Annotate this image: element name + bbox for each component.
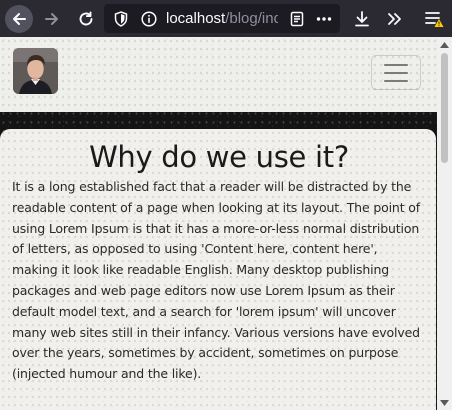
page-scrollbar[interactable]: [437, 37, 452, 410]
hamburger-icon: [384, 63, 408, 66]
download-icon: [355, 11, 369, 27]
reload-button[interactable]: [72, 5, 100, 33]
forward-button[interactable]: [38, 5, 66, 33]
overflow-button[interactable]: [380, 5, 408, 33]
url-path: /blog/inde: [225, 10, 278, 27]
article-title: Why do we use it?: [89, 140, 349, 174]
url-text[interactable]: localhost/blog/inde: [166, 10, 278, 27]
url-host: localhost: [166, 10, 226, 27]
user-photo-avatar: [13, 48, 58, 94]
site-navbar: [0, 37, 437, 112]
address-bar[interactable]: localhost/blog/inde: [104, 4, 340, 33]
hamburger-icon-line: [384, 71, 408, 74]
page-viewport: Why do we use it? It is a long establish…: [0, 37, 437, 410]
article-body: It is a long established fact that a rea…: [12, 179, 421, 382]
hamburger-icon-line: [384, 79, 408, 82]
more-icon[interactable]: [315, 10, 333, 28]
article-card: Why do we use it? It is a long establish…: [0, 129, 436, 410]
reload-icon: [79, 11, 93, 26]
menu-icon: [425, 12, 444, 27]
info-icon[interactable]: [140, 10, 158, 28]
scrollbar-thumb[interactable]: [441, 53, 448, 163]
app-menu-button[interactable]: [420, 5, 448, 33]
arrow-right-icon: [45, 13, 58, 25]
navbar-toggler-button[interactable]: [371, 55, 421, 90]
overflow-icon: [388, 13, 401, 25]
caret-down-icon: [440, 399, 449, 406]
shield-icon[interactable]: [112, 10, 130, 28]
back-button[interactable]: [5, 5, 33, 33]
avatar[interactable]: [13, 48, 58, 94]
caret-up-icon: [440, 41, 449, 48]
browser-toolbar: localhost/blog/inde: [0, 0, 452, 37]
scroll-up-button[interactable]: [437, 37, 452, 52]
download-button[interactable]: [348, 5, 376, 33]
scroll-down-button[interactable]: [437, 395, 452, 410]
reader-view-icon[interactable]: [288, 10, 306, 28]
arrow-left-icon: [13, 13, 26, 25]
